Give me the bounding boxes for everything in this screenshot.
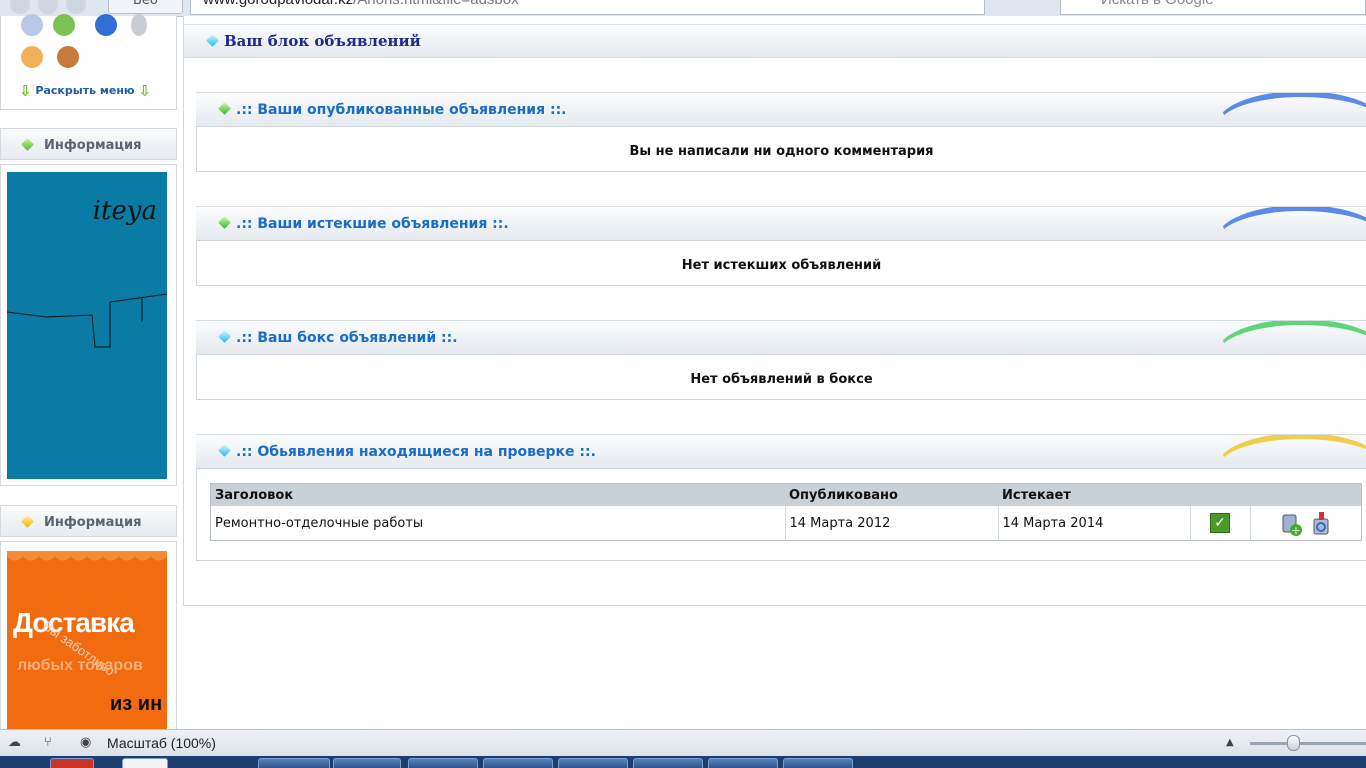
checkmark-icon[interactable]: ✓ [1210,513,1230,533]
back-button[interactable] [10,0,30,14]
page-title: Ваш блок объявлений [224,32,421,50]
expand-menu-label: Раскрыть меню [35,84,135,97]
section-header-box: .:: Ваш бокс объявлений ::. [196,320,1366,354]
diamond-icon [218,102,231,115]
empty-message: Нет истекших объявлений [681,258,882,273]
section-title: .:: Обьявления находящиеся на проверке :… [236,444,596,460]
diamond-icon [206,34,219,47]
taskbar-app-button[interactable] [783,758,853,768]
ad-banner-delivery[interactable]: Доставка Вы заботливо любых товаров из и… [7,551,167,731]
recycle-bin-icon-graphic [1313,512,1329,535]
browser-toolbar: Вео www.gorodpavlodar.kz/Anons.html&file… [0,0,1366,17]
taskbar-app-button[interactable] [408,758,478,768]
sidebar-info-title: Информация [44,515,142,530]
os-taskbar [0,756,1366,768]
arrow-down-icon: ⇩ [138,82,152,100]
empty-message: Нет объявлений в боксе [690,372,873,387]
taskbar-folder-button[interactable] [633,758,703,768]
swoosh-decoration [1216,435,1366,468]
add-to-box-icon[interactable]: + [1281,511,1302,537]
ad-banner-iteya[interactable]: iteya [7,172,167,479]
graduate-icon[interactable] [57,46,79,68]
url-host: www.gorodpavlodar.kz [203,0,353,8]
taskbar-calendar-button[interactable] [50,758,94,768]
sidebar-info-header: Информация [0,128,177,160]
section-body-moderation: Заголовок Опубликовано Истекает Ремонтно… [196,468,1366,561]
table-header-row: Заголовок Опубликовано Истекает [210,483,1362,506]
address-bar[interactable]: www.gorodpavlodar.kz/Anons.html&file=ads… [190,0,985,15]
column-header-status [1190,483,1250,506]
forward-button[interactable] [38,0,58,14]
section-title: .:: Ваш бокс объявлений ::. [236,330,458,346]
section-title: .:: Ваши опубликованные объявления ::. [236,102,567,118]
taskbar-app-button[interactable] [258,758,330,768]
search-box[interactable]: Искать в Google [1060,0,1366,15]
zoom-label[interactable]: Масштаб (100%) [107,735,216,751]
expand-menu-link[interactable]: ⇩ Раскрыть меню ⇩ [19,82,151,100]
table-row: Ремонтно-отделочные работы 14 Марта 2012… [210,506,1362,541]
zoom-menu-icon[interactable]: ▲ [1226,737,1240,749]
banner-scallop [7,551,167,569]
arrow-down-icon: ⇩ [19,82,32,100]
empty-message: Вы не написали ни одного комментария [629,144,934,159]
taskbar-document-button[interactable] [122,758,168,768]
reload-button[interactable] [66,0,86,14]
taskbar-app-button[interactable] [333,758,401,768]
banner-subline: любых товаров [17,657,143,674]
taskbar-app-button[interactable] [483,758,553,768]
menu-icon-1[interactable] [21,14,43,36]
main-header: Ваш блок объявлений [184,24,1366,58]
diamond-icon [21,138,34,151]
swoosh-decoration [1217,25,1366,57]
ad-expires-cell: 14 Марта 2014 [998,506,1191,541]
column-header-expires: Истекает [998,483,1190,506]
column-header-actions [1250,483,1362,506]
diamond-icon [21,515,34,528]
section-body-published: Вы не написали ни одного комментария [196,126,1366,172]
section-title: .:: Ваши истекшие объявления ::. [236,216,509,232]
ad-title-cell[interactable]: Ремонтно-отделочные работы [210,506,786,541]
diamond-icon [218,216,231,229]
svg-text:+: + [1291,524,1300,537]
tool-icon[interactable] [131,14,147,36]
speedometer-icon[interactable]: ◉ [80,736,94,749]
user-icon[interactable] [21,46,43,68]
ad-published-cell: 14 Марта 2012 [785,506,999,541]
column-header-title: Заголовок [210,483,785,506]
section-body-box: Нет объявлений в боксе [196,354,1366,400]
section-header-moderation: .:: Обьявления находящиеся на проверке :… [196,434,1366,468]
zoom-slider-handle[interactable] [1287,735,1300,751]
swoosh-decoration [1216,207,1366,240]
section-body-expired: Нет истекших объявлений [196,240,1366,286]
zoom-slider-track[interactable] [1250,742,1366,745]
diamond-icon [218,444,231,457]
banner-tail: из ин [110,693,163,715]
help-icon[interactable] [95,14,117,36]
section-header-expired: .:: Ваши истекшие объявления ::. [196,206,1366,240]
sidebar-info-header: Информация [0,505,177,537]
ads-table: Заголовок Опубликовано Истекает Ремонтно… [210,483,1362,541]
web-tab[interactable]: Вео [108,0,183,14]
banner-line-art [7,293,167,348]
cloud-icon[interactable]: ☁ [8,736,22,749]
ad-status-cell: ✓ [1190,506,1251,541]
swoosh-decoration [1216,321,1366,354]
left-menu: ⇩ Раскрыть меню ⇩ [0,14,177,110]
user-green-icon[interactable] [53,14,75,36]
share-icon[interactable]: ⑂ [44,736,58,749]
recycle-bin-icon[interactable] [1311,511,1331,535]
swoosh-decoration [1216,93,1366,126]
banner-headline: Доставка [13,607,135,638]
add-to-box-icon-graphic: + [1282,514,1302,537]
ad-actions-cell: + [1250,506,1362,541]
column-header-published: Опубликовано [785,483,998,506]
diamond-icon [218,330,231,343]
sidebar-info-title: Информация [44,138,142,153]
section-header-published: .:: Ваши опубликованные объявления ::. [196,92,1366,126]
taskbar-app-button[interactable] [558,758,628,768]
taskbar-app-button[interactable] [708,758,778,768]
browser-status-bar: ☁ ⑂ ◉ Масштаб (100%) ▲ [0,729,1366,756]
url-path: /Anons.html&file=adsbox [353,0,519,8]
